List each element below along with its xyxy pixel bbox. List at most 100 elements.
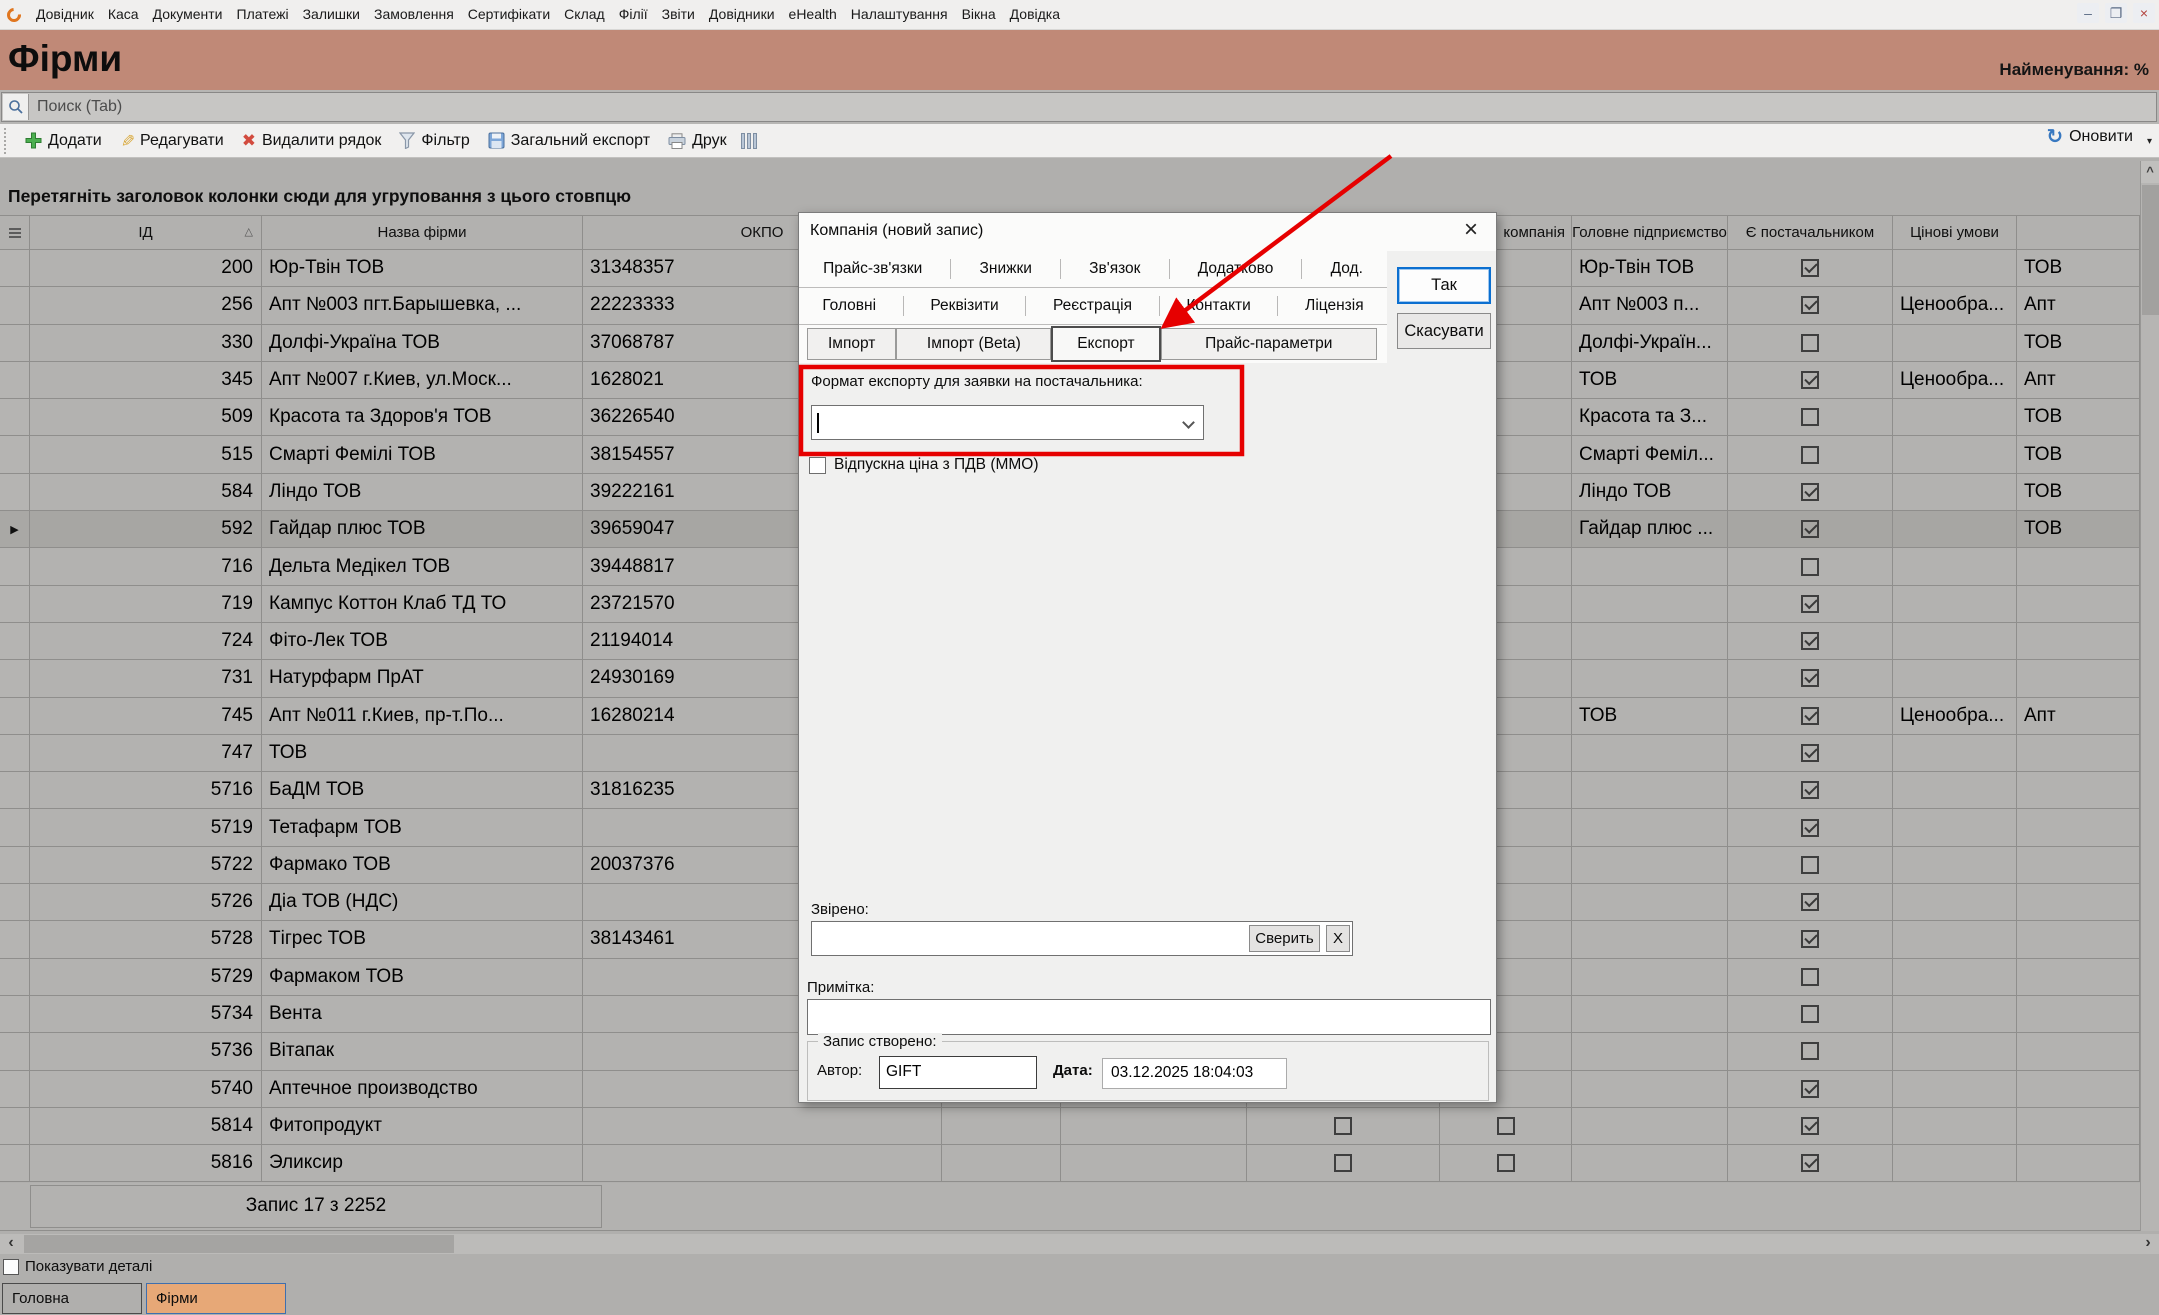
menu-item-Залишки[interactable]: Залишки [296,6,367,22]
checkbox-icon [1801,819,1819,837]
menu-item-Каса[interactable]: Каса [101,6,146,22]
column-header-type[interactable] [2017,216,2140,250]
dialog-tab-Знижки[interactable]: Знижки [980,260,1032,278]
tab-firmy[interactable]: Фірми [146,1283,286,1314]
tab-separator [1277,296,1278,316]
scroll-left-icon[interactable]: ‹ [0,1234,22,1254]
column-header-name[interactable]: Назва фірми [262,216,583,250]
vertical-scroll-thumb[interactable] [2142,185,2159,315]
cell-supplier [1728,436,1893,473]
menu-item-Документи[interactable]: Документи [146,6,230,22]
selected-row-marker: ▶ [0,511,30,548]
date-input[interactable]: 03.12.2025 18:04:03 [1102,1058,1287,1089]
filter-button[interactable]: Фільтр [393,126,481,156]
minimize-icon[interactable]: – [2077,3,2099,23]
ok-button[interactable]: Так [1397,267,1491,304]
cell-name: Фармаком ТОВ [262,959,583,996]
column-header-id[interactable]: ІД△ [30,216,262,250]
menu-item-Склад[interactable]: Склад [557,6,612,22]
cell-supplier [1728,772,1893,809]
dialog-tab-Реквізити[interactable]: Реквізити [930,297,998,315]
sort-asc-icon: △ [245,225,253,238]
vertical-scrollbar[interactable]: ^ [2140,161,2159,1231]
author-input[interactable]: GIFT [879,1056,1037,1089]
dialog-tab-Прайс-зв'язки[interactable]: Прайс-зв'язки [823,260,922,278]
cell-price-terms [1893,586,2017,623]
show-details-toggle[interactable]: Показувати деталі [3,1258,152,1275]
cell-price-terms [1893,1145,2017,1182]
show-details-checkbox[interactable] [3,1259,19,1275]
row-indicator [0,250,30,287]
table-row[interactable]: 5816Эликсир [0,1145,2140,1182]
global-export-button[interactable]: Загальний експорт [482,126,662,156]
dialog-tab-Експорт[interactable]: Експорт [1051,326,1160,362]
menu-item-Замовлення[interactable]: Замовлення [367,6,461,22]
export-format-combobox[interactable] [811,405,1204,440]
menu-item-Філії[interactable]: Філії [612,6,655,22]
verify-clear-button[interactable]: X [1326,925,1350,952]
menu-item-Вікна[interactable]: Вікна [955,6,1003,22]
toolbar-overflow-icon[interactable]: ▾ [2147,136,2152,147]
grid-menu-icon[interactable] [9,228,21,238]
cell-name: Тетафарм ТОВ [262,809,583,846]
cell-hidden2 [1061,1108,1247,1145]
menu-item-Звіти[interactable]: Звіти [655,6,702,22]
dialog-tab-Прайс-параметри[interactable]: Прайс-параметри [1161,328,1377,360]
cell-type [2017,735,2140,772]
dialog-tab-Імпорт (Beta)[interactable]: Імпорт (Beta) [896,328,1051,360]
cell-price-terms [1893,399,2017,436]
delete-row-button[interactable]: ✖ Видалити рядок [236,126,394,156]
refresh-button[interactable]: ↻ Оновити [2046,127,2133,147]
menu-item-Довідник[interactable]: Довідник [29,6,101,22]
horizontal-scroll-thumb[interactable] [24,1235,454,1253]
chevron-down-icon[interactable] [1182,416,1195,429]
column-header-price-terms[interactable]: Цінові умови [1893,216,2017,250]
cell-type [2017,847,2140,884]
tab-separator [950,259,951,279]
menu-item-Сертифікати[interactable]: Сертифікати [461,6,557,22]
note-input[interactable] [807,999,1491,1035]
cell-id: 5740 [30,1071,262,1108]
cell-name: Красота та Здоров'я ТОВ [262,399,583,436]
vat-price-checkbox[interactable] [809,457,826,474]
dialog-tab-Зв'язок[interactable]: Зв'язок [1089,260,1140,278]
cell-price-terms: Ценообра... [1893,287,2017,324]
horizontal-scrollbar[interactable]: ‹ › [0,1234,2159,1254]
dialog-tab-Додатково[interactable]: Додатково [1198,260,1274,278]
vat-price-toggle[interactable]: Відпускна ціна з ПДВ (ММО) [809,456,1039,474]
close-window-icon[interactable]: × [2133,3,2155,23]
print-button[interactable]: Друк [662,126,739,156]
edit-button[interactable]: ✎ Редагувати [114,126,236,156]
pencil-icon: ✎ [118,133,135,147]
dialog-close-icon[interactable]: × [1456,215,1486,245]
menu-item-eHealth[interactable]: eHealth [782,6,844,22]
search-input[interactable] [29,94,2156,120]
cell-type [2017,921,2140,958]
dialog-tab-Дод.[interactable]: Дод. [1331,260,1363,278]
table-row[interactable]: 5814Фитопродукт [0,1108,2140,1145]
cell-price-terms [1893,921,2017,958]
add-button[interactable]: Додати [19,126,114,156]
cell-okpo [583,1145,942,1182]
dialog-tab-Імпорт[interactable]: Імпорт [807,328,896,360]
verify-button[interactable]: Сверить [1249,925,1320,952]
dialog-tab-Контакти[interactable]: Контакти [1186,297,1250,315]
columns-icon[interactable] [741,133,757,149]
scroll-up-icon[interactable]: ^ [2141,161,2159,183]
tab-holovna[interactable]: Головна [2,1283,142,1314]
cell-supplier [1728,474,1893,511]
menu-item-Довідка[interactable]: Довідка [1003,6,1067,22]
dialog-tab-Головні[interactable]: Головні [822,297,876,315]
search-box[interactable] [1,92,2157,122]
menu-item-Платежі[interactable]: Платежі [230,6,296,22]
menu-item-Довідники[interactable]: Довідники [702,6,782,22]
cell-company [1440,1108,1572,1145]
scroll-right-icon[interactable]: › [2137,1234,2159,1254]
cancel-button[interactable]: Скасувати [1397,313,1491,349]
column-header-parent[interactable]: Головне підприємство [1572,216,1728,250]
dialog-tab-Ліцензія[interactable]: Ліцензія [1305,297,1363,315]
column-header-supplier[interactable]: Є постачальником [1728,216,1893,250]
restore-icon[interactable]: ❐ [2105,3,2127,23]
menu-item-Налаштування[interactable]: Налаштування [844,6,955,22]
dialog-tab-Реєстрація[interactable]: Реєстрація [1053,297,1132,315]
